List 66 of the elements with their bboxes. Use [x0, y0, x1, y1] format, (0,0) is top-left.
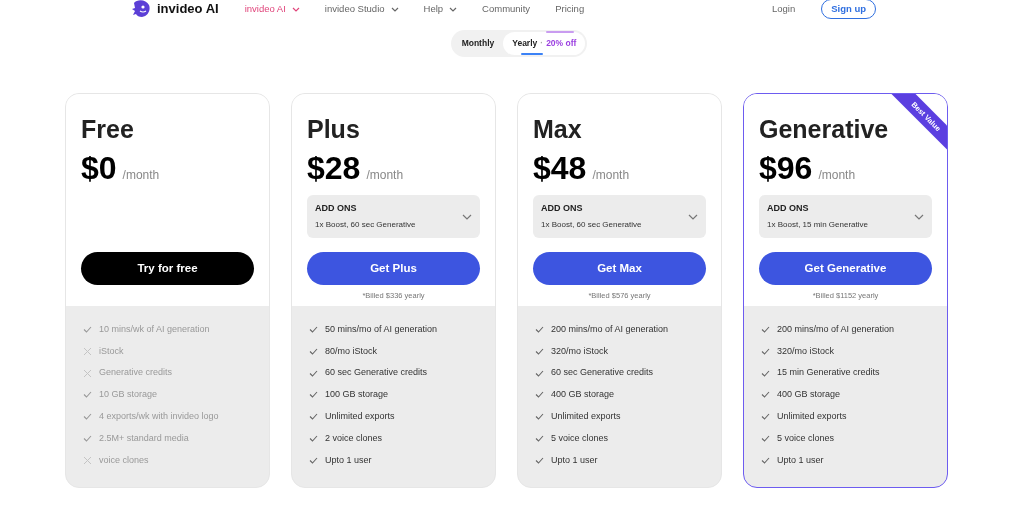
nav-link[interactable]: invideo AI — [244, 1, 300, 17]
plan-name: Max — [533, 114, 583, 144]
chevron-down-icon — [449, 6, 458, 12]
nav-link[interactable]: invideo Studio — [324, 1, 399, 17]
chevron-down-icon — [914, 213, 924, 220]
chevron-down-icon — [688, 213, 698, 220]
feature-text: voice clones — [99, 453, 149, 467]
plan-button[interactable]: Get Generative — [759, 252, 932, 285]
chevron-down-icon — [390, 6, 399, 12]
feature-text: 60 sec Generative credits — [325, 366, 428, 380]
chevron-down-icon — [291, 6, 300, 12]
price-period: /month — [122, 167, 160, 184]
price-period: /month — [366, 167, 404, 184]
price-period: /month — [592, 167, 630, 184]
nav-link[interactable]: Pricing — [555, 1, 585, 17]
billing-tab[interactable]: Yearly · 20% off — [503, 32, 586, 55]
feature-text: Upto 1 user — [325, 453, 372, 467]
feature-text: 2.5M+ standard media — [99, 431, 189, 445]
plan-price: $0 — [81, 150, 117, 186]
addons-dropdown[interactable]: ADD ONS 1x Boost, 15 min Generative — [759, 195, 932, 238]
accent-line — [546, 31, 575, 34]
feature-text: 200 mins/mo of AI generation — [551, 322, 669, 336]
feature-text: 2 voice clones — [325, 431, 383, 445]
price-period: /month — [818, 167, 856, 184]
feature-text: 5 voice clones — [551, 431, 609, 445]
feature-text: 4 exports/wk with invideo logo — [99, 409, 219, 423]
feature-text: Upto 1 user — [777, 453, 824, 467]
feature-text: 10 GB storage — [99, 388, 158, 402]
feature-text: 80/mo iStock — [325, 344, 378, 358]
feature-text: 100 GB storage — [325, 388, 389, 402]
plan-price: $48 — [533, 150, 587, 186]
plan-name: Free — [81, 114, 135, 144]
feature-text: Upto 1 user — [551, 453, 598, 467]
feature-text: 60 sec Generative credits — [551, 366, 654, 380]
separator-dot: · — [540, 37, 544, 50]
feature-text: Unlimited exports — [325, 409, 395, 423]
selected-indicator — [521, 53, 544, 55]
chevron-down-icon — [462, 213, 472, 220]
feature-text: iStock — [99, 344, 124, 358]
billing-tab[interactable]: Monthly — [452, 32, 504, 55]
plan-price: $96 — [759, 150, 813, 186]
nav-link[interactable]: Help — [423, 1, 458, 17]
feature-text: 400 GB storage — [777, 388, 841, 402]
plan-button[interactable]: Try for free — [81, 252, 254, 285]
feature-text: 400 GB storage — [551, 388, 615, 402]
plan-name: Plus — [307, 114, 361, 144]
feature-text: Unlimited exports — [777, 409, 847, 423]
feature-text: Unlimited exports — [551, 409, 621, 423]
feature-text: 5 voice clones — [777, 431, 835, 445]
feature-text: 50 mins/mo of AI generation — [325, 322, 438, 336]
feature-text: 320/mo iStock — [777, 344, 835, 358]
feature-text: 15 min Generative credits — [777, 366, 880, 380]
plan-button[interactable]: Get Plus — [307, 252, 480, 285]
addons-dropdown[interactable]: ADD ONS 1x Boost, 60 sec Generative — [307, 195, 480, 238]
nav-link[interactable]: Community — [482, 1, 531, 17]
feature-text: Generative credits — [99, 366, 173, 380]
plan-button[interactable]: Get Max — [533, 252, 706, 285]
logo-icon — [131, 0, 151, 19]
discount-label: 20% off — [546, 38, 577, 49]
addons-dropdown[interactable]: ADD ONS 1x Boost, 60 sec Generative — [533, 195, 706, 238]
feature-text: 200 mins/mo of AI generation — [777, 322, 895, 336]
feature-text: 320/mo iStock — [551, 344, 609, 358]
brand-name: invideo AI — [157, 0, 219, 19]
login-link[interactable]: Login — [771, 1, 796, 17]
plan-price: $28 — [307, 150, 361, 186]
feature-text: 10 mins/wk of AI generation — [99, 322, 210, 336]
